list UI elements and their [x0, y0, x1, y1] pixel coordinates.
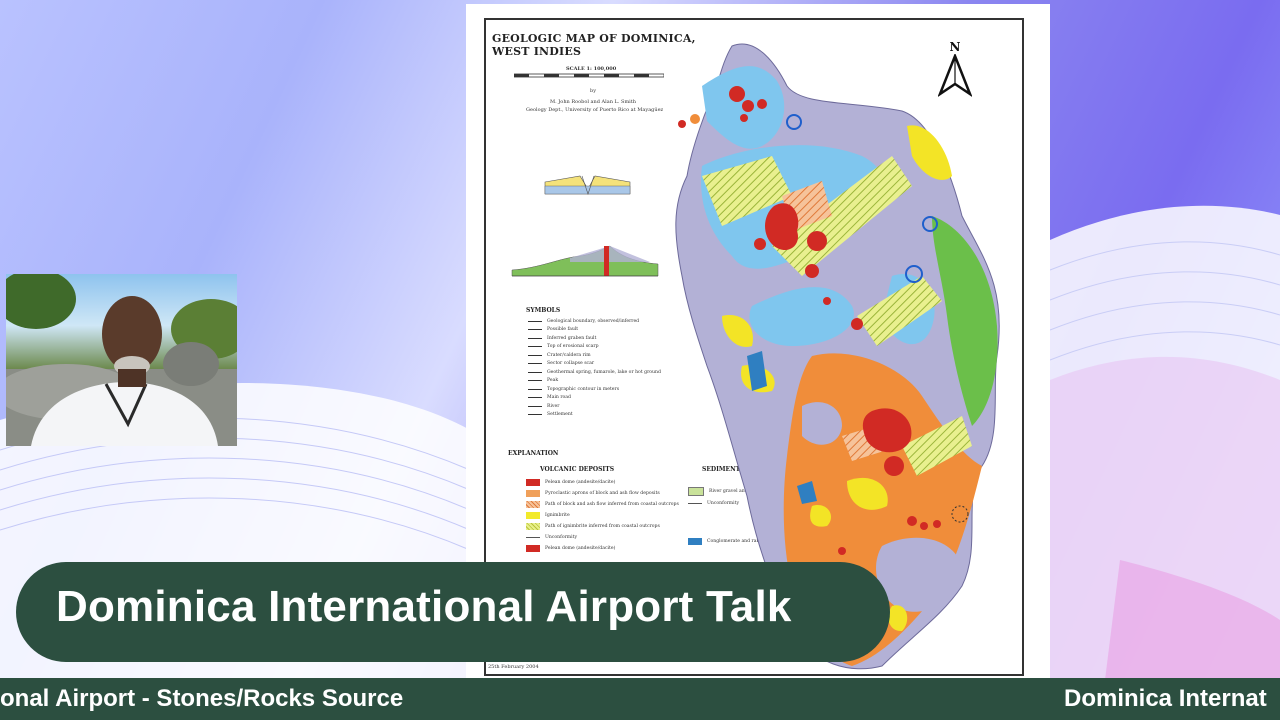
legend-label: Path of ignimbrite inferred from coastal…	[545, 524, 660, 529]
by-label: by	[590, 88, 597, 94]
map-date: 25th February 2004	[488, 664, 539, 670]
banner-title: Dominica International Airport Talk	[56, 582, 792, 631]
legend-label: Pelean dome (andesite/dacite)	[545, 480, 616, 485]
symbol-label: Peak	[547, 378, 559, 384]
symbol-label: Geological boundary, observed/inferred	[547, 318, 640, 324]
cross-section-1	[544, 175, 631, 195]
ticker-text-right: Dominica Internat	[1064, 685, 1267, 712]
cross-section-2	[511, 245, 659, 277]
symbol-row: Main road	[528, 394, 661, 403]
symbol-label: Sector collapse scar	[547, 361, 595, 367]
symbol-label: Possible fault	[547, 327, 579, 333]
legend-row: Unconformity	[526, 532, 679, 543]
symbol-label: Main road	[547, 395, 571, 401]
legend-row: Pyroclastic aprons of block and ash flow…	[526, 488, 679, 499]
explanation-heading: EXPLANATION	[508, 450, 559, 457]
legend-label: Pyroclastic aprons of block and ash flow…	[545, 491, 660, 496]
symbol-row: Top of erosional scarp	[528, 343, 661, 352]
legend-row: Pelean dome (andesite/dacite)	[526, 543, 679, 554]
symbol-row: Possible fault	[528, 326, 661, 335]
legend-row: Pelean dome (andesite/dacite)	[526, 477, 679, 488]
legend-row: Ignimbrite	[526, 510, 679, 521]
legend-label: Path of block and ash flow inferred from…	[545, 502, 679, 507]
legend-row: Path of block and ash flow inferred from…	[526, 499, 679, 510]
legend-label: Ignimbrite	[545, 513, 570, 518]
symbol-label: Inferred graben fault	[547, 335, 597, 341]
symbol-label: Topographic contour in meters	[547, 386, 620, 392]
legend-row: Path of ignimbrite inferred from coastal…	[526, 521, 679, 532]
symbol-row: Geothermal spring, fumarole, lake or hot…	[528, 368, 661, 377]
symbol-label: Top of erosional scarp	[547, 344, 599, 350]
presenter-image	[6, 274, 237, 446]
volcanic-heading: VOLCANIC DEPOSITS	[540, 466, 615, 473]
symbol-row: Settlement	[528, 411, 661, 420]
symbol-row: Geological boundary, observed/inferred	[528, 317, 661, 326]
symbols-list: Geological boundary, observed/inferred P…	[528, 317, 661, 419]
symbols-heading: SYMBOLS	[526, 307, 561, 314]
ticker-text-left: onal Airport - Stones/Rocks Source	[0, 685, 404, 712]
symbol-label: River	[547, 403, 560, 409]
symbol-row: Peak	[528, 377, 661, 386]
symbol-label: Geothermal spring, fumarole, lake or hot…	[547, 369, 661, 375]
volcanic-legend: Pelean dome (andesite/dacite) Pyroclasti…	[526, 477, 679, 554]
legend-label: Pelean dome (andesite/dacite)	[545, 546, 616, 551]
symbol-row: Topographic contour in meters	[528, 385, 661, 394]
symbol-row: Inferred graben fault	[528, 334, 661, 343]
symbol-row: River	[528, 402, 661, 411]
scale-bar	[514, 73, 664, 78]
symbol-row: Crater/caldera rim	[528, 351, 661, 360]
symbol-label: Settlement	[547, 412, 573, 418]
legend-label: Unconformity	[545, 535, 578, 540]
symbol-row: Sector collapse scar	[528, 360, 661, 369]
symbol-label: Crater/caldera rim	[547, 352, 591, 358]
authors: M. John Roobol and Alan L. Smith	[550, 99, 637, 105]
bottom-ticker: onal Airport - Stones/Rocks Source Domin…	[0, 678, 1280, 720]
presenter-webcam	[6, 274, 237, 446]
affiliation: Geology Dept., University of Puerto Rico…	[526, 107, 664, 113]
